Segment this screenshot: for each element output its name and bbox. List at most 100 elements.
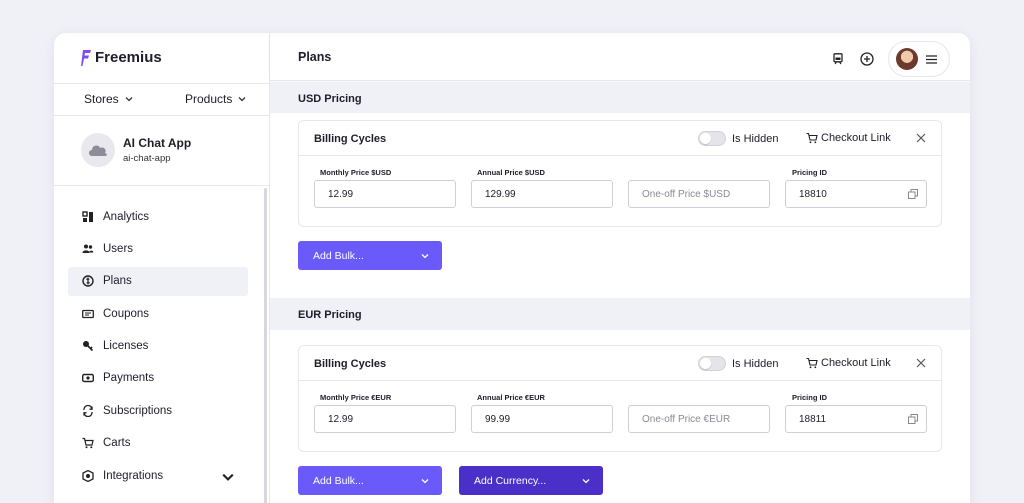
add-bulk-button[interactable]: Add Bulk... <box>298 466 442 495</box>
store-product-switcher: Stores Products <box>54 83 270 115</box>
sidebar-scrollbar[interactable] <box>264 188 267 503</box>
freemius-logo-icon <box>81 49 91 66</box>
chevron-down-icon[interactable] <box>222 471 234 483</box>
sidebar-item-label: Users <box>103 242 134 255</box>
hamburger-menu-icon <box>926 54 937 64</box>
stores-label: Stores <box>84 92 119 106</box>
copy-icon[interactable] <box>908 414 918 424</box>
annual-price-label: Annual Price €EUR <box>477 393 545 402</box>
monthly-price-label: Monthly Price $USD <box>320 168 392 177</box>
is-hidden-toggle[interactable] <box>698 131 726 146</box>
sidebar-item-integrations[interactable]: Integrations <box>68 461 248 490</box>
add-bulk-label: Add Bulk... <box>313 249 364 262</box>
plans-icon <box>82 275 94 287</box>
add-bulk-button[interactable]: Add Bulk... <box>298 241 442 270</box>
sidebar-item-label: Payments <box>103 372 155 385</box>
current-app[interactable]: AI Chat App ai-chat-app <box>81 133 191 167</box>
users-icon <box>82 244 94 253</box>
products-dropdown[interactable]: Products <box>185 92 246 106</box>
close-icon[interactable] <box>916 133 926 143</box>
divider <box>54 185 270 186</box>
integrations-icon <box>82 469 94 482</box>
sidebar-item-subscriptions[interactable]: Subscriptions <box>68 396 248 425</box>
app-name: AI Chat App <box>123 136 192 150</box>
store-switch-button[interactable] <box>830 51 846 67</box>
annual-price-input[interactable]: 99.99 <box>471 405 613 433</box>
usd-section-title: USD Pricing <box>298 93 362 105</box>
checkout-link-label: Checkout Link <box>821 132 891 144</box>
sidebar-item-label: Subscriptions <box>103 404 173 417</box>
annual-price-label: Annual Price $USD <box>477 168 545 177</box>
copy-icon[interactable] <box>908 189 918 199</box>
main-content: Plans USD Pricing Billing Cycles Is Hidd… <box>270 33 970 503</box>
sidebar-item-users[interactable]: Users <box>68 234 248 263</box>
annual-price-input[interactable]: 129.99 <box>471 180 613 208</box>
divider <box>54 115 270 116</box>
eur-section-title: EUR Pricing <box>298 309 362 321</box>
chevron-down-icon <box>238 97 246 102</box>
checkout-link-button[interactable]: Checkout Link <box>806 132 891 144</box>
payments-icon <box>82 374 94 383</box>
sidebar-item-label: Plans <box>103 275 132 288</box>
cart-icon <box>806 357 818 369</box>
app-slug: ai-chat-app <box>123 153 171 164</box>
monthly-price-input[interactable]: 12.99 <box>314 405 456 433</box>
monthly-price-input[interactable]: 12.99 <box>314 180 456 208</box>
sidebar-item-label: Licenses <box>103 340 149 353</box>
top-bar: Plans <box>270 33 970 81</box>
add-currency-button[interactable]: Add Currency... <box>459 466 603 495</box>
monthly-price-label: Monthly Price €EUR <box>320 393 392 402</box>
chevron-down-icon <box>125 97 133 102</box>
sidebar-item-coupons[interactable]: Coupons <box>68 299 248 328</box>
pricing-id-label: Pricing ID <box>792 168 828 177</box>
oneoff-price-input[interactable]: One-off Price $USD <box>628 180 770 208</box>
pricing-id-value: 18811 <box>799 413 827 425</box>
chevron-down-icon <box>421 479 429 484</box>
subscriptions-icon <box>83 404 93 417</box>
chevron-down-icon <box>421 254 429 259</box>
card-header: Billing Cycles Is Hidden Checkout Link <box>299 121 941 156</box>
page-title: Plans <box>298 50 332 64</box>
sidebar-item-payments[interactable]: Payments <box>68 364 248 393</box>
sidebar-item-label: Analytics <box>103 210 150 223</box>
usd-billing-card: Billing Cycles Is Hidden Checkout Link M… <box>298 120 942 227</box>
brand-logo[interactable]: Freemius <box>81 49 162 66</box>
oneoff-price-input[interactable]: One-off Price €EUR <box>628 405 770 433</box>
sidebar-item-carts[interactable]: Carts <box>68 429 248 458</box>
add-bulk-label: Add Bulk... <box>313 474 364 487</box>
card-title: Billing Cycles <box>314 358 387 370</box>
close-icon[interactable] <box>916 358 926 368</box>
card-header: Billing Cycles Is Hidden Checkout Link <box>299 346 941 381</box>
sidebar-item-label: Integrations <box>103 469 164 482</box>
pricing-id-field: 18811 <box>785 405 927 433</box>
app-window: Freemius Stores Products AI Chat App ai-… <box>54 33 970 503</box>
sidebar-item-analytics[interactable]: Analytics <box>68 202 248 231</box>
pricing-id-value: 18810 <box>799 188 827 200</box>
is-hidden-toggle[interactable] <box>698 356 726 371</box>
eur-billing-card: Billing Cycles Is Hidden Checkout Link M… <box>298 345 942 452</box>
top-actions <box>830 41 950 77</box>
usd-section-header: USD Pricing <box>270 82 970 113</box>
sidebar-item-label: Carts <box>103 437 131 450</box>
sidebar-item-licenses[interactable]: Licenses <box>68 332 248 361</box>
checkout-link-button[interactable]: Checkout Link <box>806 357 891 369</box>
coupons-icon <box>82 309 94 318</box>
cloud-icon <box>89 145 107 156</box>
pricing-id-field: 18810 <box>785 180 927 208</box>
card-title: Billing Cycles <box>314 133 387 145</box>
eur-section-header: EUR Pricing <box>270 298 970 330</box>
checkout-link-label: Checkout Link <box>821 357 891 369</box>
is-hidden-label: Is Hidden <box>732 133 779 145</box>
add-currency-label: Add Currency... <box>474 474 547 487</box>
add-button[interactable] <box>859 51 875 67</box>
sidebar-item-plans[interactable]: Plans <box>68 266 248 296</box>
user-menu[interactable] <box>888 41 950 77</box>
products-label: Products <box>185 92 233 106</box>
chevron-down-icon <box>582 479 590 484</box>
cart-icon <box>806 132 818 144</box>
stores-dropdown[interactable]: Stores <box>84 92 133 106</box>
analytics-icon <box>82 210 93 222</box>
plus-circle-icon <box>860 52 874 66</box>
avatar <box>896 48 918 70</box>
app-avatar <box>81 133 115 167</box>
